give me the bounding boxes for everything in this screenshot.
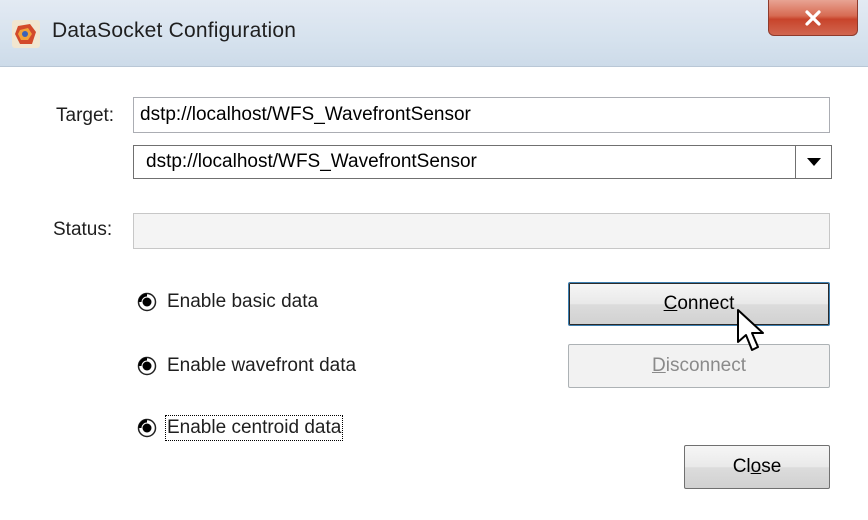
title-bar[interactable]: DataSocket Configuration (0, 0, 868, 67)
target-input[interactable]: dstp://localhost/WFS_WavefrontSensor (133, 97, 830, 133)
target-label: Target: (56, 105, 115, 126)
radio-selected-icon (137, 292, 157, 312)
target-dropdown-value: dstp://localhost/WFS_WavefrontSensor (146, 151, 477, 172)
connect-button[interactable]: Connect (568, 282, 830, 326)
option-centroid-data[interactable]: Enable centroid data (137, 415, 344, 441)
disconnect-button: Disconnect (568, 344, 830, 388)
connect-button-label: Connect (663, 293, 735, 314)
window-title: DataSocket Configuration (52, 19, 297, 42)
dropdown-arrow-button[interactable] (795, 146, 831, 178)
option-basic-data[interactable]: Enable basic data (137, 291, 318, 313)
option-wavefront-data[interactable]: Enable wavefront data (137, 355, 356, 377)
radio-selected-icon (137, 356, 157, 376)
dialog-body: Target: dstp://localhost/WFS_WavefrontSe… (0, 67, 868, 520)
status-label: Status: (53, 219, 113, 240)
option-basic-data-label: Enable basic data (167, 291, 319, 312)
chevron-down-icon (806, 158, 821, 166)
mouse-pointer-icon (737, 309, 764, 351)
close-button-label: Close (732, 456, 782, 477)
status-field (133, 213, 830, 249)
close-icon (805, 9, 821, 26)
option-centroid-data-label: Enable centroid data (164, 415, 344, 441)
app-icon (12, 20, 40, 48)
option-wavefront-data-label: Enable wavefront data (167, 355, 357, 376)
radio-selected-icon (137, 418, 157, 438)
target-dropdown[interactable]: dstp://localhost/WFS_WavefrontSensor (133, 145, 832, 179)
close-window-button[interactable] (768, 0, 858, 36)
close-button[interactable]: Close (684, 445, 830, 489)
disconnect-button-label: Disconnect (651, 355, 746, 376)
